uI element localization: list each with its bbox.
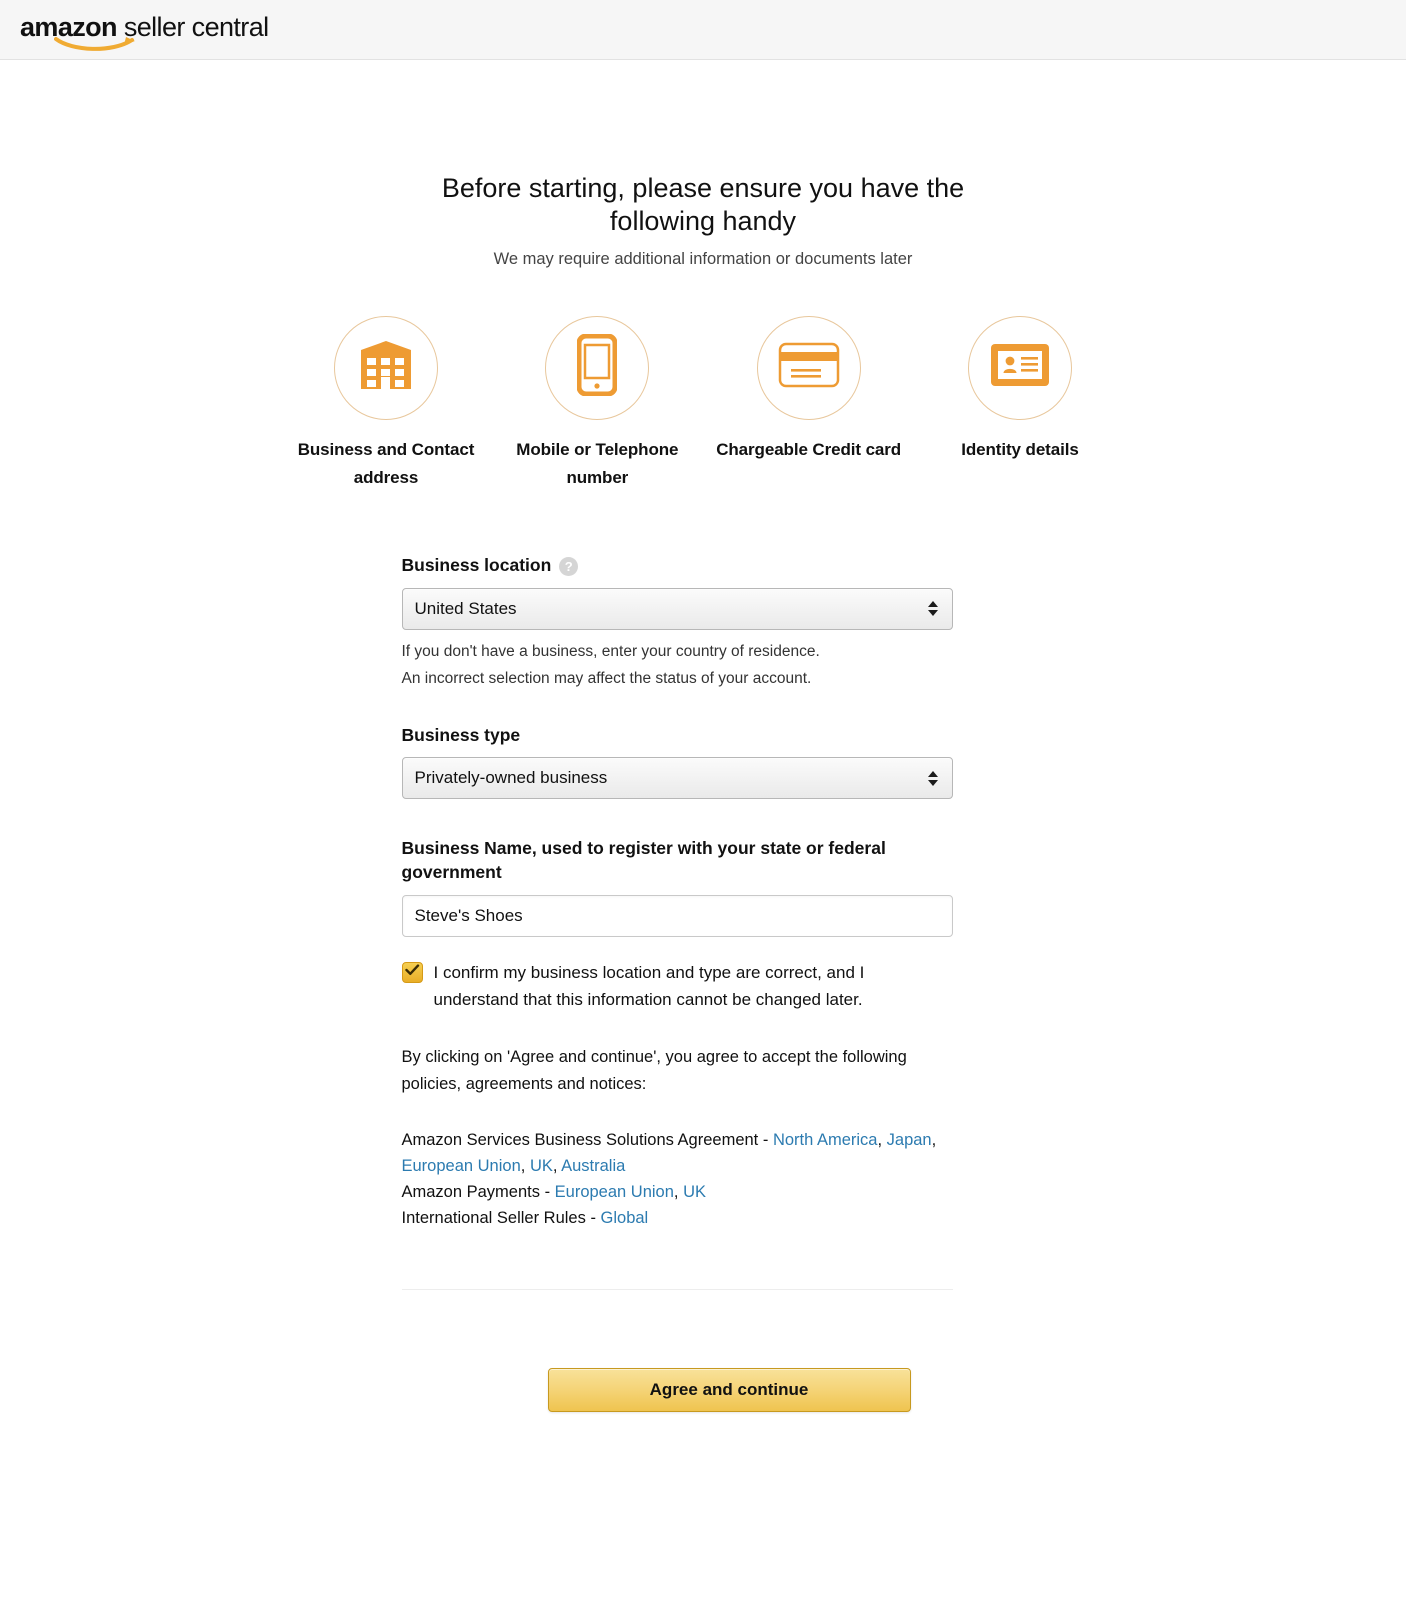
icon-circle: [756, 315, 861, 420]
requirement-item-business-address: Business and Contact address: [288, 315, 484, 492]
policy-row: International Seller Rules - Global: [402, 1205, 953, 1231]
question-mark-icon[interactable]: ?: [559, 557, 579, 577]
policy-name: International Seller Rules: [401, 1209, 586, 1228]
icon-circle: [967, 315, 1072, 420]
business-type-select[interactable]: Privately-owned business: [401, 757, 953, 800]
requirement-label: Mobile or Telephone number: [516, 439, 679, 487]
signup-page: Before starting, please ensure you have …: [0, 60, 1406, 1413]
policy-name: Amazon Payments: [401, 1183, 540, 1201]
business-location-hint-1: If you don't have a business, enter your…: [401, 642, 820, 660]
chevron-updown-icon: [926, 598, 940, 620]
icon-circle: [545, 315, 650, 420]
page-subtitle: We may require additional information or…: [493, 249, 913, 268]
page-title: Before starting, please ensure you have …: [441, 173, 965, 236]
registration-form: Business location ? United States If you…: [401, 492, 953, 1291]
amazon-smile-icon: [54, 36, 138, 52]
confirm-row[interactable]: I confirm my business location and type …: [401, 959, 953, 1014]
policy-separator: -: [585, 1209, 601, 1228]
id-card-icon: [989, 342, 1051, 393]
policy-link[interactable]: UK: [530, 1157, 553, 1175]
business-name-value: Steve's Shoes: [414, 905, 523, 925]
mobile-phone-icon: [576, 333, 618, 401]
policy-link[interactable]: UK: [683, 1183, 706, 1201]
agreement-intro: By clicking on 'Agree and continue', you…: [401, 1047, 907, 1094]
policy-row: Amazon Services Business Solutions Agree…: [401, 1130, 937, 1175]
logo-product-text: seller central: [123, 12, 269, 42]
requirements-row: Business and Contact address Mobile or T…: [288, 315, 1118, 492]
section-divider: [401, 1289, 953, 1291]
confirm-text: I confirm my business location and type …: [433, 962, 865, 1010]
chevron-updown-icon: [926, 767, 940, 789]
checkmark-icon: [404, 963, 420, 981]
policy-link[interactable]: European Union: [402, 1157, 521, 1175]
credit-card-icon: [778, 342, 840, 393]
business-location-label-text: Business location: [401, 554, 552, 575]
requirement-label: Business and Contact address: [297, 439, 475, 487]
policy-link[interactable]: North America: [773, 1131, 878, 1149]
business-name-label: Business Name, used to register with you…: [401, 838, 886, 883]
requirement-item-identity: Identity details: [922, 315, 1118, 464]
icon-circle: [334, 315, 438, 420]
business-type-label: Business type: [401, 724, 521, 745]
policy-row: Amazon Payments - European Union, UK: [401, 1183, 707, 1201]
requirement-label: Identity details: [961, 439, 1079, 459]
policy-link[interactable]: Global: [601, 1209, 649, 1227]
requirement-label: Chargeable Credit card: [716, 439, 902, 459]
business-type-value: Privately-owned business: [414, 768, 608, 788]
policy-name: Amazon Services Business Solutions Agree…: [401, 1130, 759, 1149]
policy-link[interactable]: Japan: [887, 1131, 932, 1149]
requirement-item-phone: Mobile or Telephone number: [499, 315, 695, 492]
site-header: amazon seller central: [0, 0, 1406, 60]
business-location-value: United States: [414, 598, 517, 618]
amazon-seller-central-logo[interactable]: amazon seller central: [20, 12, 269, 51]
policy-separator: -: [539, 1183, 555, 1201]
agree-and-continue-button[interactable]: Agree and continue: [547, 1368, 911, 1413]
policy-separator: -: [758, 1130, 773, 1149]
policy-list: Amazon Services Business Solutions Agree…: [402, 1127, 953, 1231]
confirm-checkbox[interactable]: [401, 961, 423, 983]
business-location-hint-2: An incorrect selection may affect the st…: [401, 669, 812, 687]
business-name-input[interactable]: Steve's Shoes: [401, 894, 953, 937]
policy-link[interactable]: Australia: [561, 1157, 625, 1175]
submit-row: Agree and continue: [26, 1368, 1406, 1413]
building-icon: [358, 339, 414, 396]
business-location-label: Business location ?: [402, 554, 953, 578]
business-location-select[interactable]: United States: [401, 587, 953, 630]
policy-link[interactable]: European Union: [555, 1183, 674, 1201]
requirement-item-credit-card: Chargeable Credit card: [711, 315, 907, 464]
